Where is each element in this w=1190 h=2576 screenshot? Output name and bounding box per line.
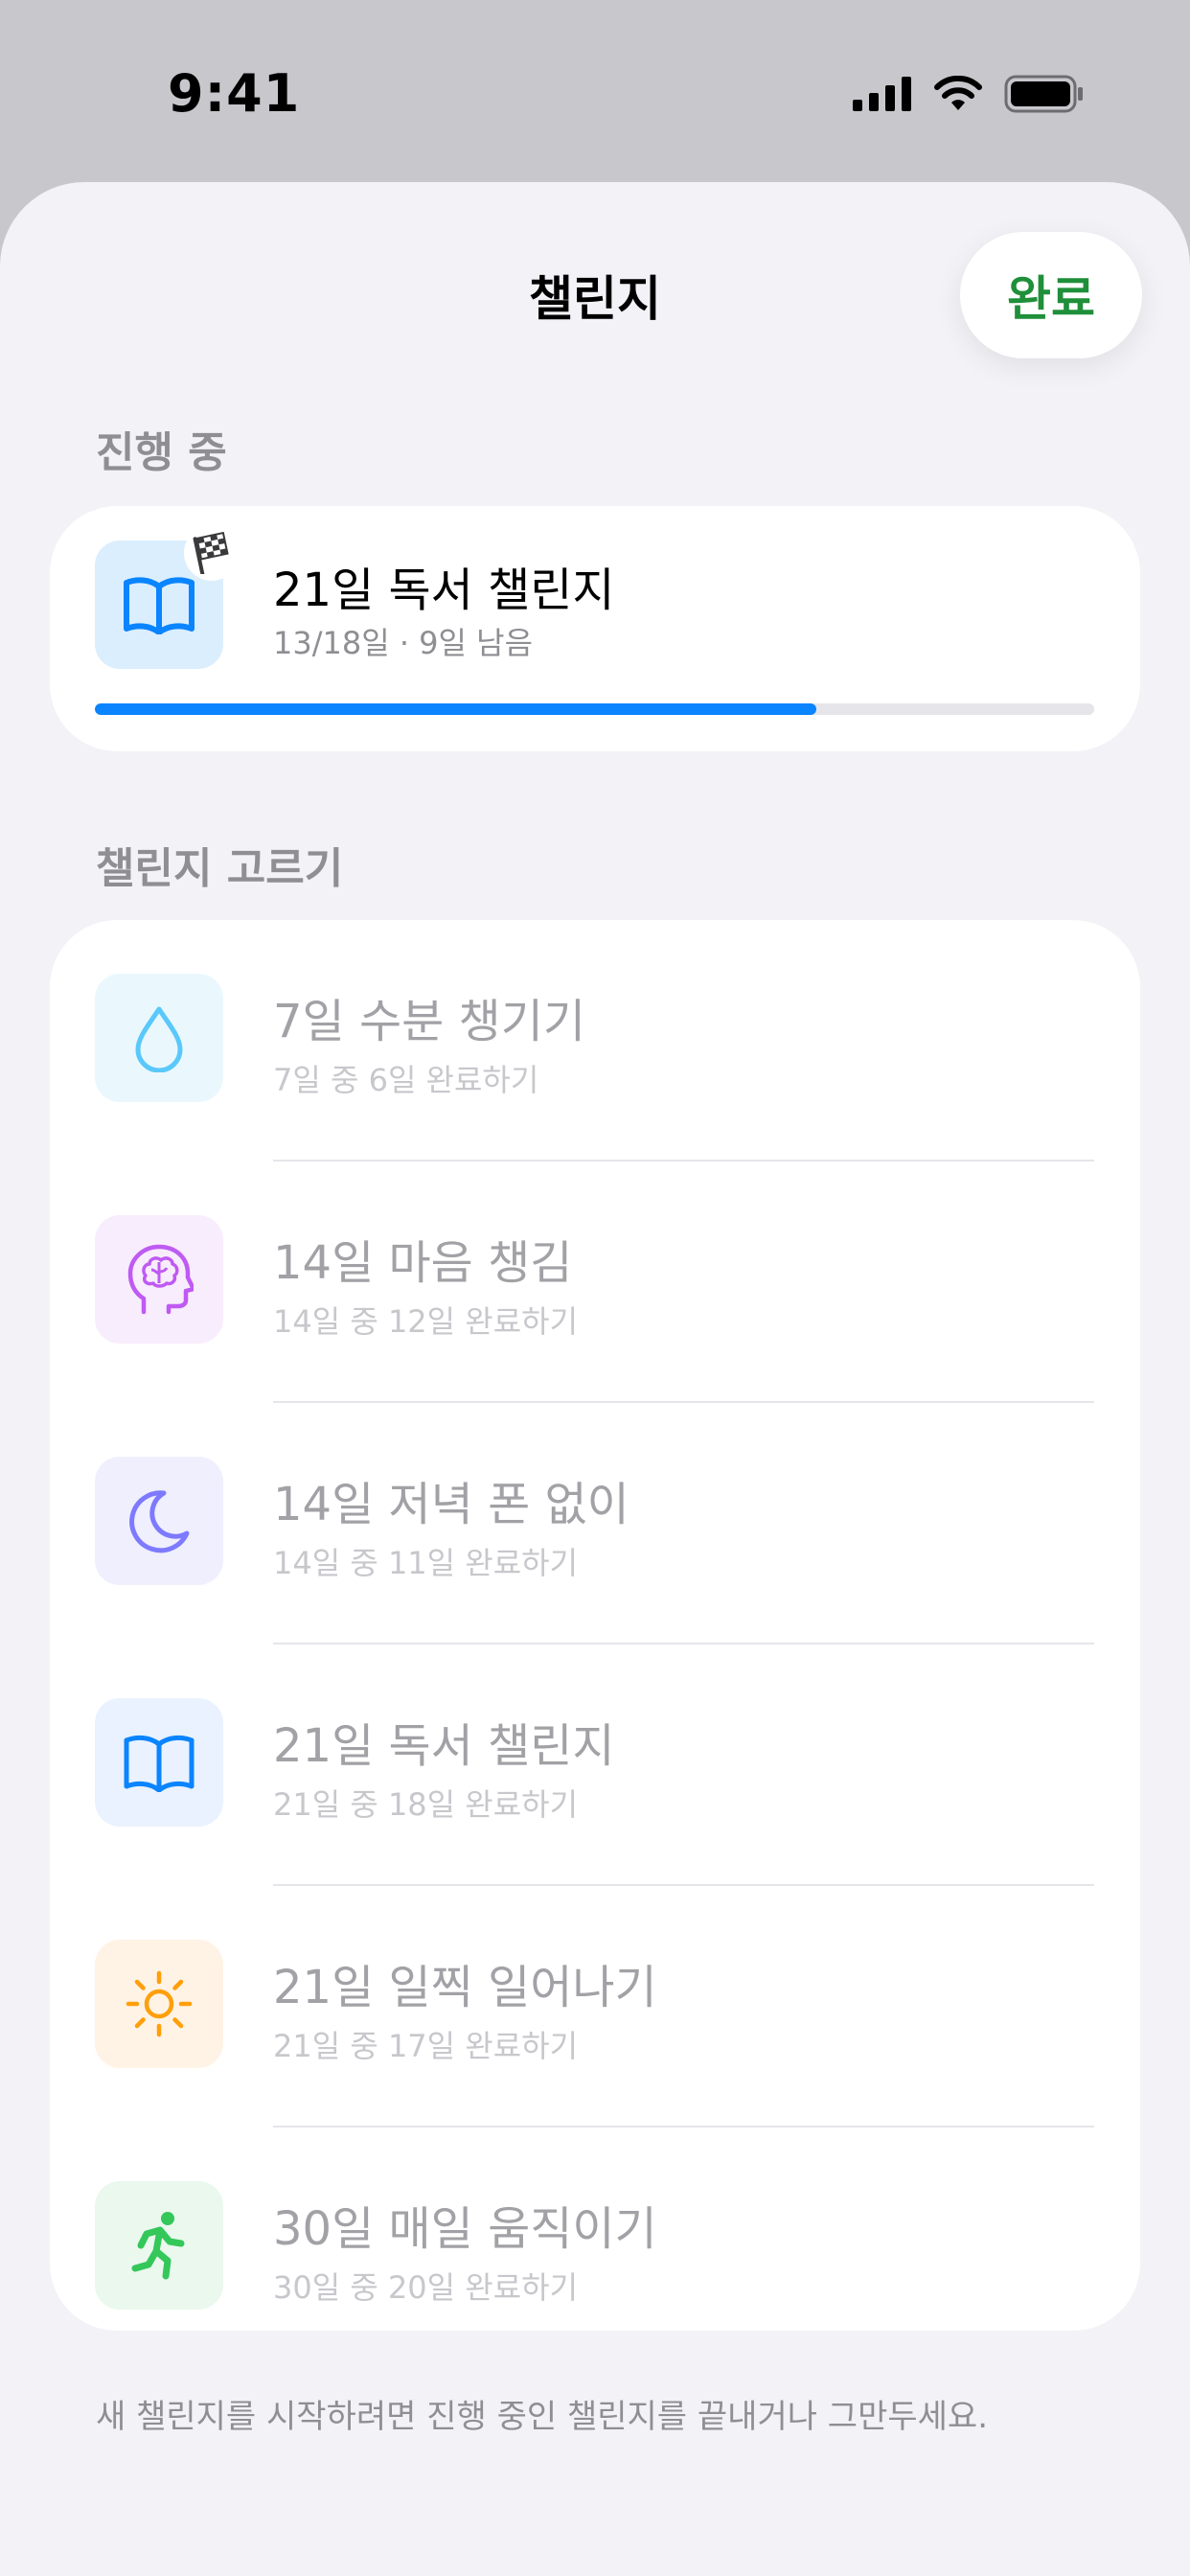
challenge-subtitle: 14일 중 11일 완료하기 [273, 1545, 579, 1581]
challenge-row[interactable]: 14일 마음 챙김 14일 중 12일 완료하기 [50, 1162, 1140, 1403]
brain-head-icon [127, 1244, 194, 1315]
status-bar: 9:41 [0, 0, 1190, 182]
challenge-subtitle: 30일 중 20일 완료하기 [273, 2269, 579, 2306]
challenge-list: 7일 수분 챙기기 7일 중 6일 완료하기 14일 마음 챙김 14일 중 1… [50, 920, 1140, 2331]
challenge-icon-tile [95, 2181, 223, 2310]
done-button[interactable]: 완료 [960, 232, 1142, 358]
cellular-signal-icon [853, 77, 911, 111]
moon-icon [129, 1490, 190, 1553]
challenge-row[interactable]: 7일 수분 챙기기 7일 중 6일 완료하기 [50, 920, 1140, 1162]
challenge-row[interactable]: 14일 저녁 폰 없이 14일 중 11일 완료하기 [50, 1403, 1140, 1644]
active-challenge-title: 21일 독서 챌린지 [273, 564, 615, 617]
active-challenge-subtitle: 13/18일 · 9일 남음 [273, 625, 534, 661]
challenge-subtitle: 14일 중 12일 완료하기 [273, 1303, 579, 1340]
challenge-row[interactable]: 21일 독서 챌린지 21일 중 18일 완료하기 [50, 1644, 1140, 1886]
active-challenge-card[interactable]: 21일 독서 챌린지 13/18일 · 9일 남음 [50, 506, 1140, 751]
book-icon [124, 1735, 195, 1792]
book-icon [124, 577, 195, 634]
challenge-row[interactable]: 21일 일찍 일어나기 21일 중 17일 완료하기 [50, 1886, 1140, 2128]
challenge-title: 30일 매일 움직이기 [273, 2202, 657, 2256]
footer-note: 새 챌린지를 시작하려면 진행 중인 챌린지를 끝내거나 그만두세요. [96, 2398, 989, 2436]
in-progress-header: 진행 중 [96, 428, 227, 477]
flag-badge [184, 525, 240, 581]
challenge-subtitle: 7일 중 6일 완료하기 [273, 1062, 539, 1098]
challenge-row[interactable]: 30일 매일 움직이기 30일 중 20일 완료하기 [50, 2128, 1140, 2369]
challenge-sheet: 챌린지 완료 진행 중 21일 독서 챌린지 13/18일 · 9일 남음 챌린… [0, 182, 1190, 2576]
challenge-title: 21일 독서 챌린지 [273, 1719, 615, 1773]
challenge-title: 21일 일찍 일어나기 [273, 1961, 657, 2014]
challenge-icon-tile [95, 1215, 223, 1344]
battery-icon [1004, 75, 1083, 113]
challenge-icon-tile [95, 1940, 223, 2068]
challenge-icon-tile [95, 1457, 223, 1585]
pick-challenge-header: 챌린지 고르기 [96, 844, 344, 893]
checkered-flag-icon [193, 532, 229, 574]
challenge-icon-tile [95, 1698, 223, 1827]
challenge-title: 14일 마음 챙김 [273, 1236, 573, 1290]
water-drop-icon [135, 1006, 183, 1072]
challenge-progress-fill [95, 703, 817, 715]
challenge-title: 14일 저녁 폰 없이 [273, 1478, 629, 1531]
challenge-icon-tile [95, 974, 223, 1102]
status-time: 9:41 [168, 63, 301, 124]
challenge-title: 7일 수분 챙기기 [273, 995, 586, 1048]
challenge-subtitle: 21일 중 17일 완료하기 [273, 2028, 579, 2064]
challenge-progress-bar [95, 703, 1094, 715]
sun-icon [126, 1970, 193, 2037]
wifi-icon [934, 76, 982, 110]
challenge-subtitle: 21일 중 18일 완료하기 [273, 1786, 579, 1823]
running-figure-icon [131, 2212, 185, 2280]
